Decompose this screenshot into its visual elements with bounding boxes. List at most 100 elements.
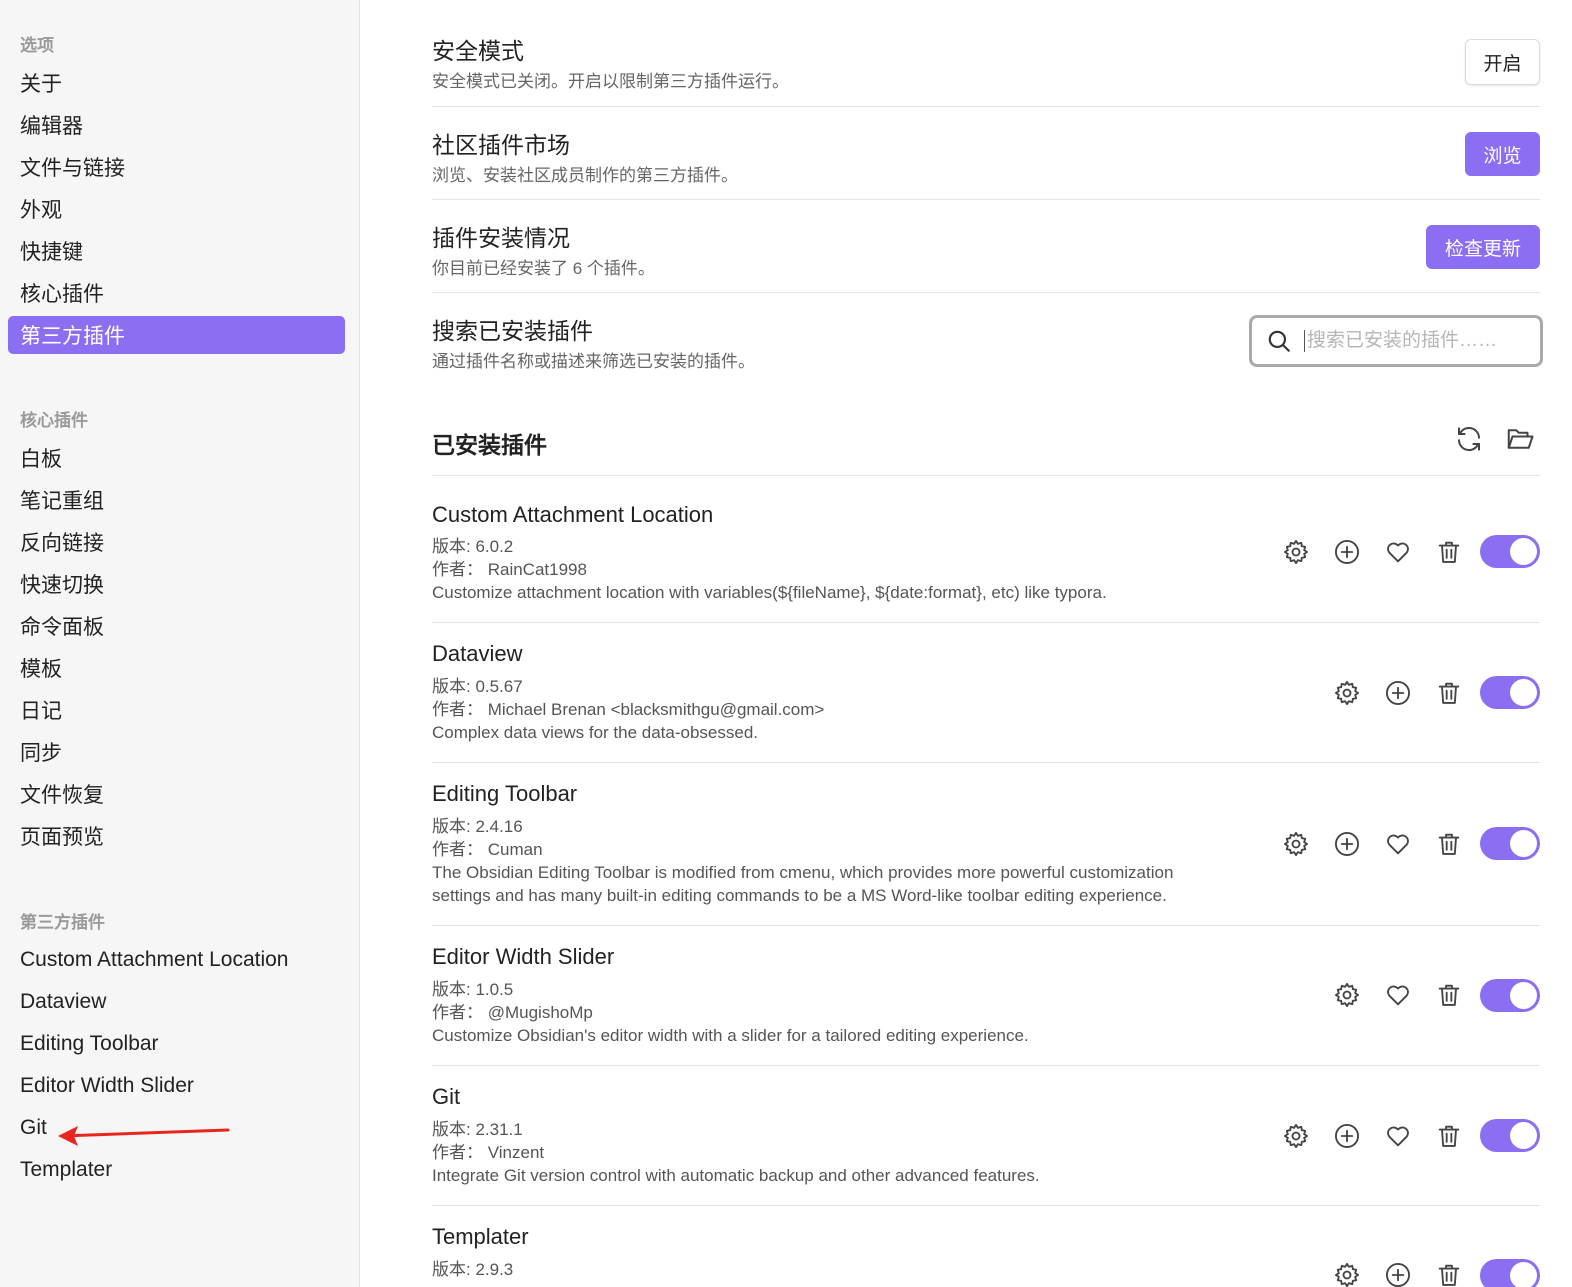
plugin-name: Editor Width Slider — [432, 944, 615, 969]
sidebar-item-dataview[interactable]: Dataview — [8, 983, 345, 1021]
sidebar-item-core-plugins[interactable]: 核心插件 — [8, 274, 345, 312]
gear-icon[interactable] — [1282, 1122, 1310, 1150]
plugin-description: Integrate Git version control with autom… — [432, 1166, 1040, 1185]
trash-icon[interactable] — [1435, 981, 1463, 1009]
community-market-title: 社区插件市场 — [432, 132, 570, 158]
sidebar-item-editor[interactable]: 编辑器 — [8, 106, 345, 144]
plus-circle-icon[interactable] — [1333, 830, 1361, 858]
annotation-arrow — [58, 1126, 230, 1146]
settings-sidebar: 选项 关于 编辑器 文件与链接 外观 快捷键 核心插件 第三方插件 核心插件 白… — [0, 0, 360, 1287]
search-icon — [1266, 328, 1292, 354]
sidebar-item-templater[interactable]: Templater — [8, 1151, 345, 1189]
reload-icon[interactable] — [1454, 424, 1484, 454]
sidebar-item-backlinks[interactable]: 反向链接 — [8, 523, 345, 561]
sidebar-item-custom-attachment-location[interactable]: Custom Attachment Location — [8, 941, 345, 979]
plus-circle-icon[interactable] — [1384, 679, 1412, 707]
install-status-title: 插件安装情况 — [432, 225, 570, 251]
sidebar-item-community-plugins[interactable]: 第三方插件 — [8, 316, 345, 354]
plugin-name: Editing Toolbar — [432, 781, 578, 806]
browse-button[interactable]: 浏览 — [1465, 132, 1540, 176]
sidebar-item-quick-switcher[interactable]: 快速切换 — [8, 565, 345, 603]
install-status-desc: 你目前已经安装了 6 个插件。 — [432, 259, 655, 278]
search-input[interactable] — [1304, 330, 1524, 352]
sidebar-item-files-links[interactable]: 文件与链接 — [8, 148, 345, 186]
sidebar-item-file-recovery[interactable]: 文件恢复 — [8, 775, 345, 813]
safe-mode-title: 安全模式 — [432, 38, 524, 64]
sidebar-item-hotkeys[interactable]: 快捷键 — [8, 232, 345, 270]
plugin-enable-toggle[interactable] — [1480, 535, 1540, 568]
core-plugins-section: 核心插件 白板 笔记重组 反向链接 快速切换 命令面板 模板 日记 同步 文件恢… — [4, 397, 349, 859]
plugin-name: Git — [432, 1084, 461, 1109]
plugin-description: Customize Obsidian's editor width with a… — [432, 1026, 1029, 1045]
search-installed-desc: 通过插件名称或描述来筛选已安装的插件。 — [432, 352, 755, 371]
toggle-knob — [1510, 1262, 1537, 1287]
check-updates-button[interactable]: 检查更新 — [1426, 225, 1540, 269]
options-heading: 选项 — [20, 35, 54, 55]
plugin-version: 版本: 6.0.2 — [432, 537, 514, 556]
sidebar-item-appearance[interactable]: 外观 — [8, 190, 345, 228]
plus-circle-icon[interactable] — [1384, 1261, 1412, 1287]
plugin-version: 版本: 1.0.5 — [432, 980, 514, 999]
trash-icon[interactable] — [1435, 1261, 1463, 1287]
gear-icon[interactable] — [1282, 830, 1310, 858]
safe-mode-desc: 安全模式已关闭。开启以限制第三方插件运行。 — [432, 72, 789, 91]
plugin-author: 作者： @MugishoMp — [432, 1003, 593, 1022]
sidebar-item-templates[interactable]: 模板 — [8, 649, 345, 687]
plugin-enable-toggle[interactable] — [1480, 1119, 1540, 1152]
toggle-knob — [1510, 1122, 1537, 1149]
installed-plugins-title: 已安装插件 — [432, 432, 547, 458]
plus-circle-icon[interactable] — [1333, 1122, 1361, 1150]
sidebar-item-editor-width-slider[interactable]: Editor Width Slider — [8, 1067, 345, 1105]
toggle-knob — [1510, 830, 1537, 857]
trash-icon[interactable] — [1435, 1122, 1463, 1150]
heart-icon[interactable] — [1384, 538, 1412, 566]
trash-icon[interactable] — [1435, 679, 1463, 707]
folder-open-icon[interactable] — [1505, 424, 1535, 454]
plugin-name: Dataview — [432, 641, 523, 666]
sidebar-item-page-preview[interactable]: 页面预览 — [8, 817, 345, 855]
plugin-enable-toggle[interactable] — [1480, 1259, 1540, 1287]
safe-mode-row: 安全模式 安全模式已关闭。开启以限制第三方插件运行。 开启 — [432, 0, 1540, 107]
plugin-description: The Obsidian Editing Toolbar is modified… — [432, 863, 1174, 905]
safe-mode-toggle-button[interactable]: 开启 — [1465, 39, 1540, 85]
community-market-row: 社区插件市场 浏览、安装社区成员制作的第三方插件。 浏览 — [432, 107, 1540, 200]
plugin-enable-toggle[interactable] — [1480, 676, 1540, 709]
sidebar-item-command-palette[interactable]: 命令面板 — [8, 607, 345, 645]
sidebar-item-sync[interactable]: 同步 — [8, 733, 345, 771]
trash-icon[interactable] — [1435, 830, 1463, 858]
plugin-author: 作者： Michael Brenan <blacksmithgu@gmail.c… — [432, 700, 825, 719]
gear-icon[interactable] — [1333, 679, 1361, 707]
plugin-card: Custom Attachment Location 版本: 6.0.2 作者：… — [432, 476, 1540, 623]
plugin-name: Templater — [432, 1224, 529, 1249]
plugin-version: 版本: 0.5.67 — [432, 677, 523, 696]
plugin-card: Templater 版本: 2.9.3 — [432, 1206, 1540, 1287]
plugin-author: 作者： RainCat1998 — [432, 560, 587, 579]
plugin-description: Complex data views for the data-obsessed… — [432, 723, 759, 742]
install-status-row: 插件安装情况 你目前已经安装了 6 个插件。 检查更新 — [432, 200, 1540, 293]
plugin-version: 版本: 2.31.1 — [432, 1120, 523, 1139]
toggle-knob — [1510, 538, 1537, 565]
sidebar-item-about[interactable]: 关于 — [8, 64, 345, 102]
gear-icon[interactable] — [1282, 538, 1310, 566]
gear-icon[interactable] — [1333, 1261, 1361, 1287]
search-box — [1249, 315, 1543, 367]
heart-icon[interactable] — [1384, 981, 1412, 1009]
plus-circle-icon[interactable] — [1333, 538, 1361, 566]
plugin-author: 作者： Vinzent — [432, 1143, 545, 1162]
heart-icon[interactable] — [1384, 1122, 1412, 1150]
options-section: 选项 关于 编辑器 文件与链接 外观 快捷键 核心插件 第三方插件 — [4, 22, 349, 358]
sidebar-item-canvas[interactable]: 白板 — [8, 439, 345, 477]
sidebar-item-daily-notes[interactable]: 日记 — [8, 691, 345, 729]
core-plugins-heading: 核心插件 — [20, 410, 88, 430]
gear-icon[interactable] — [1333, 981, 1361, 1009]
plugin-enable-toggle[interactable] — [1480, 827, 1540, 860]
trash-icon[interactable] — [1435, 538, 1463, 566]
community-plugins-heading: 第三方插件 — [20, 912, 105, 932]
sidebar-item-editing-toolbar[interactable]: Editing Toolbar — [8, 1025, 345, 1063]
plugin-card: Editor Width Slider 版本: 1.0.5 作者： @Mugis… — [432, 926, 1540, 1066]
plugin-description: Customize attachment location with varia… — [432, 583, 1107, 602]
sidebar-item-note-composer[interactable]: 笔记重组 — [8, 481, 345, 519]
plugin-card: Git 版本: 2.31.1 作者： Vinzent Integrate Git… — [432, 1066, 1540, 1206]
plugin-enable-toggle[interactable] — [1480, 979, 1540, 1012]
heart-icon[interactable] — [1384, 830, 1412, 858]
